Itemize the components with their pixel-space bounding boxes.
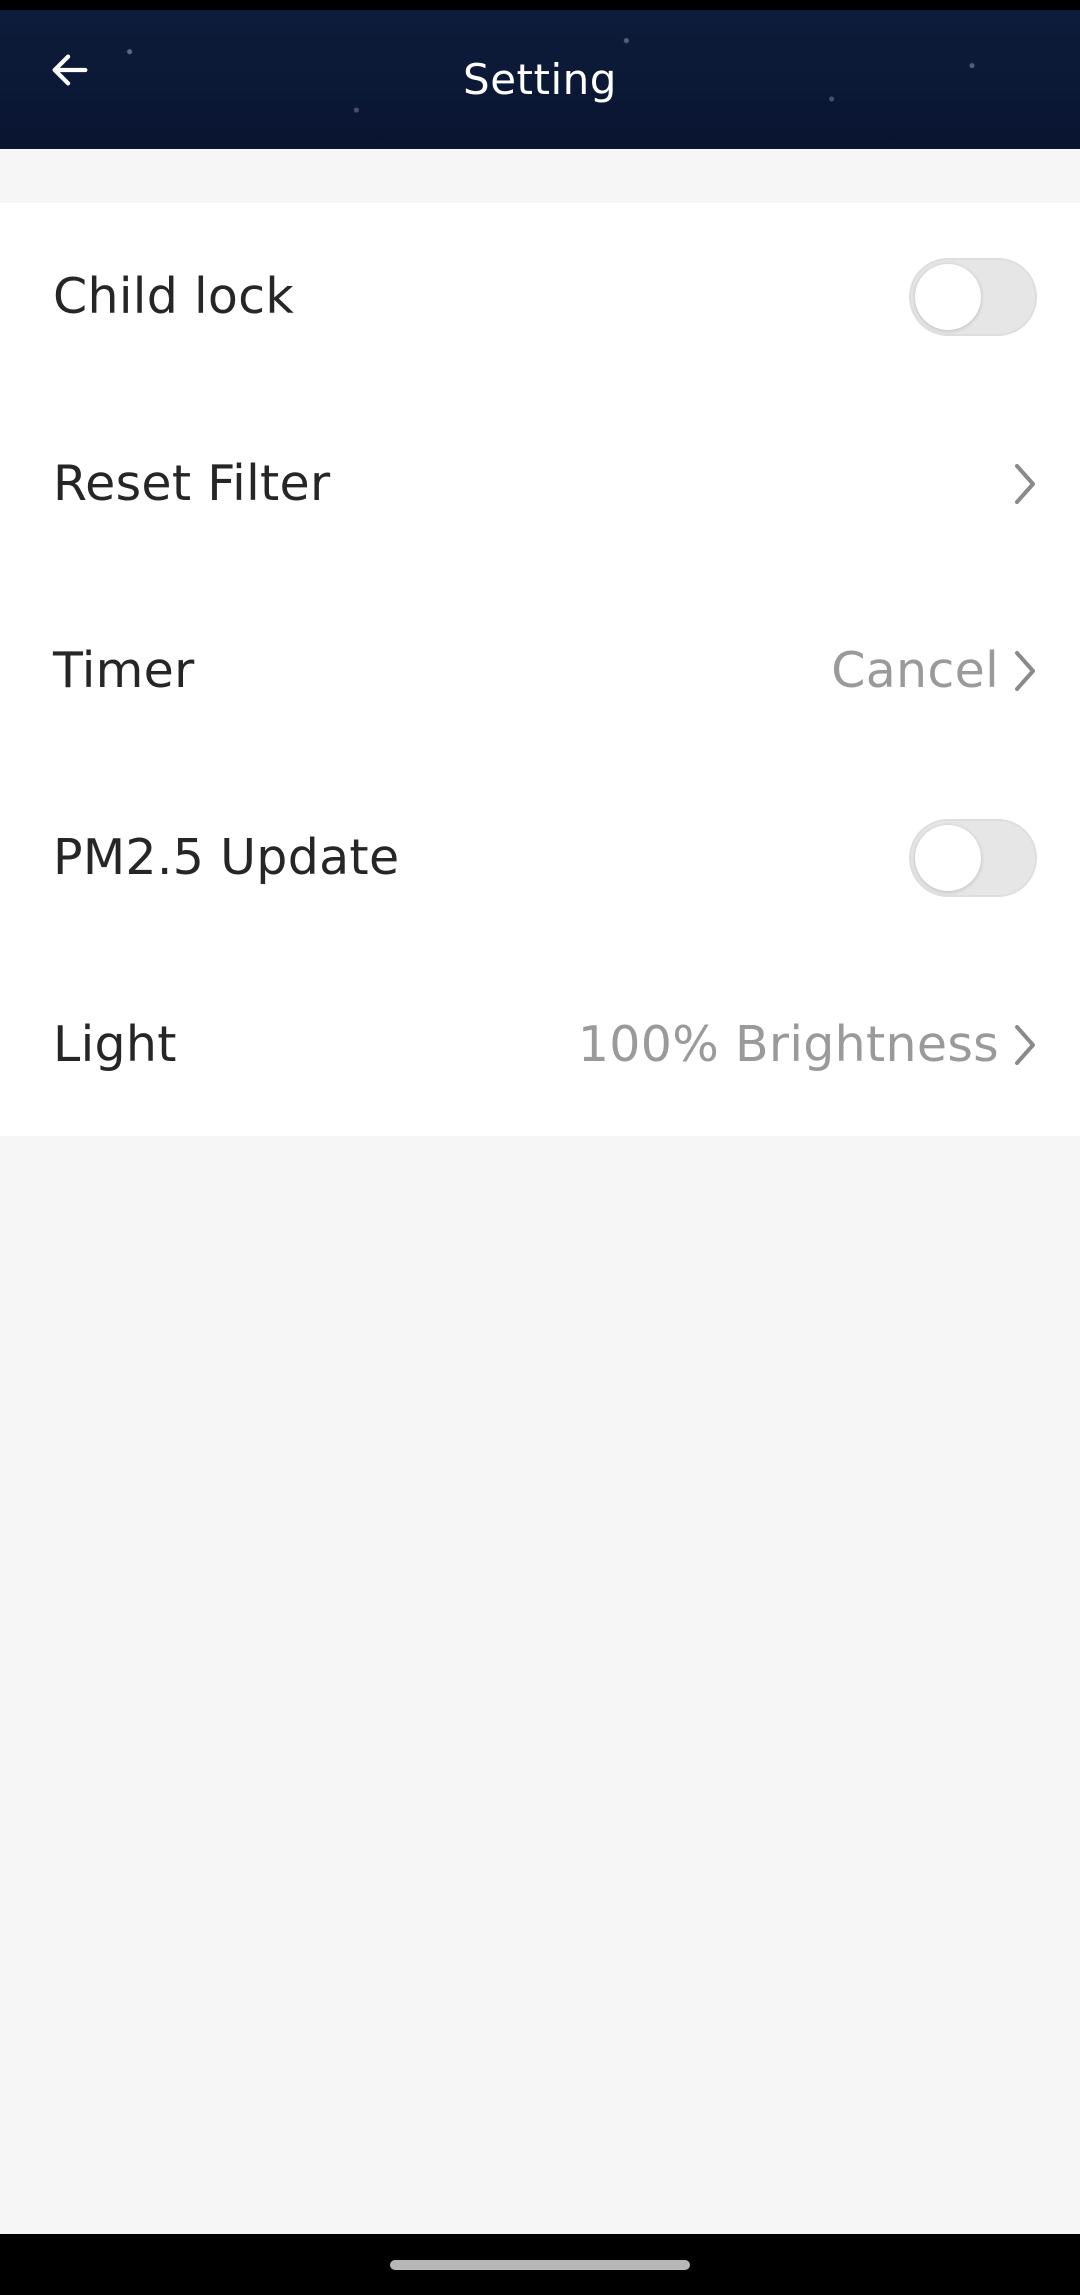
setting-row-child-lock[interactable]: Child lock xyxy=(0,203,1080,390)
toggle-knob xyxy=(915,263,981,330)
toggle-knob xyxy=(915,824,981,891)
setting-row-reset-filter[interactable]: Reset Filter xyxy=(0,390,1080,577)
setting-value: Cancel xyxy=(831,642,999,699)
section-gap xyxy=(0,149,1080,203)
setting-row-timer[interactable]: Timer Cancel xyxy=(0,577,1080,764)
setting-label: Light xyxy=(53,1016,177,1073)
child-lock-toggle[interactable] xyxy=(909,257,1037,336)
chevron-right-icon xyxy=(1013,462,1037,506)
page-title: Setting xyxy=(463,55,617,104)
chevron-right-icon xyxy=(1013,649,1037,693)
setting-label: Child lock xyxy=(53,268,295,325)
setting-label: Timer xyxy=(53,642,195,699)
chevron-right-icon xyxy=(1013,1023,1037,1067)
setting-label: Reset Filter xyxy=(53,455,331,512)
setting-row-light[interactable]: Light 100% Brightness xyxy=(0,951,1080,1138)
status-bar xyxy=(0,0,1080,10)
setting-label: PM2.5 Update xyxy=(53,829,400,886)
setting-value: 100% Brightness xyxy=(577,1016,999,1073)
settings-list: Child lock Reset Filter Timer Cancel PM2… xyxy=(0,203,1080,1136)
pm25-update-toggle[interactable] xyxy=(909,818,1037,897)
setting-row-pm25-update[interactable]: PM2.5 Update xyxy=(0,764,1080,951)
home-indicator[interactable] xyxy=(390,2260,690,2270)
